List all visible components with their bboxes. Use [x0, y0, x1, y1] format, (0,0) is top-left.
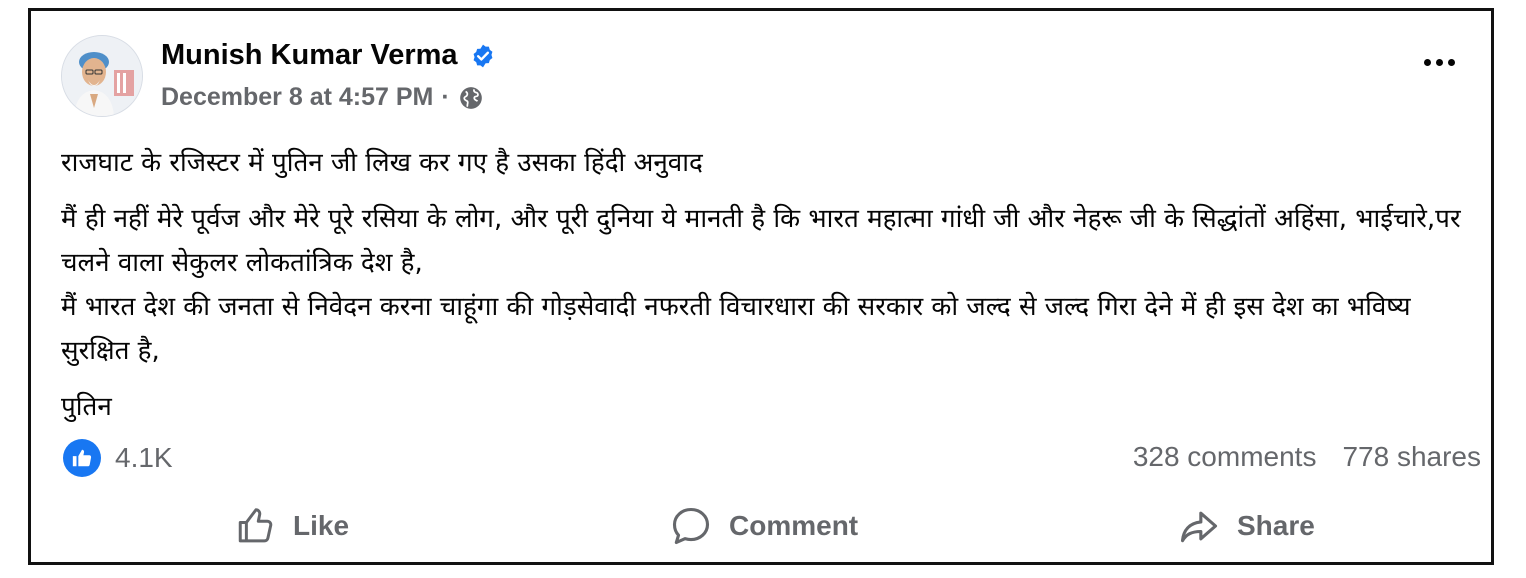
- like-button[interactable]: Like: [235, 496, 349, 556]
- comment-button[interactable]: Comment: [669, 496, 858, 556]
- share-button[interactable]: Share: [1177, 496, 1315, 556]
- share-arrow-icon: [1180, 511, 1218, 543]
- comment-bubble-icon: [672, 507, 710, 545]
- post-meta: December 8 at 4:57 PM ·: [161, 83, 484, 112]
- post-text-line: राजघाट के रजिस्टर में पुतिन जी लिख कर गए…: [61, 148, 703, 178]
- avatar[interactable]: [61, 35, 143, 117]
- post-actions: Like Comment Share: [31, 496, 1491, 556]
- comments-count[interactable]: 328 comments: [1133, 441, 1317, 473]
- meta-separator: ·: [441, 83, 450, 111]
- avatar-image: [62, 36, 142, 116]
- engagement-counts: 328 comments 778 shares: [1133, 441, 1481, 473]
- thumbs-up-icon: [238, 508, 273, 543]
- more-options-icon[interactable]: [1424, 59, 1455, 66]
- reaction-count[interactable]: 4.1K: [115, 442, 173, 474]
- shares-count[interactable]: 778 shares: [1342, 441, 1481, 473]
- post-text-paragraph: मैं भारत देश की जनता से निवेदन करना चाहू…: [61, 292, 1411, 366]
- author-name[interactable]: Munish Kumar Verma: [161, 39, 496, 72]
- like-reaction-icon: [63, 439, 101, 477]
- post-body: राजघाट के रजिस्टर में पुतिन जी लिख कर गए…: [61, 141, 1481, 429]
- post-timestamp[interactable]: December 8 at 4:57 PM: [161, 83, 433, 112]
- like-button-label: Like: [293, 510, 350, 541]
- reactions-summary[interactable]: 4.1K: [63, 439, 173, 477]
- verified-badge-icon: [470, 43, 496, 69]
- comment-button-label: Comment: [729, 510, 859, 541]
- post-text-signature: पुतिन: [61, 392, 112, 422]
- post-text-paragraph: मैं ही नहीं मेरे पूर्वज और मेरे पूरे रसि…: [61, 204, 1461, 278]
- globe-icon[interactable]: [458, 85, 484, 111]
- post-card: Munish Kumar Verma December 8 at 4:57 PM…: [28, 8, 1494, 565]
- author-name-text[interactable]: Munish Kumar Verma: [161, 39, 458, 72]
- share-button-label: Share: [1237, 510, 1315, 541]
